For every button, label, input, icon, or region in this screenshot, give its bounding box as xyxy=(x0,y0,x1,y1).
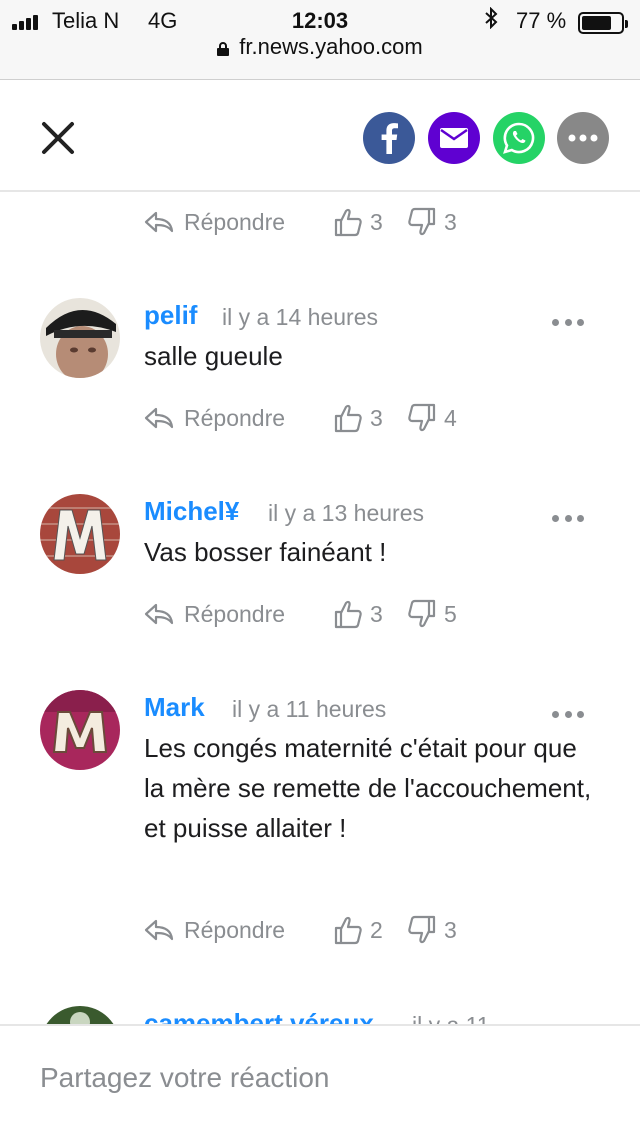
reply-label: Répondre xyxy=(184,916,286,943)
reply-label: Répondre xyxy=(184,600,286,627)
dislike-button[interactable]: 3 xyxy=(408,207,457,237)
comment-more-button[interactable] xyxy=(552,316,584,328)
close-button[interactable] xyxy=(38,118,78,158)
dislike-count: 4 xyxy=(444,404,457,431)
reaction-bar xyxy=(0,1024,640,1136)
dislike-count: 3 xyxy=(444,208,457,235)
avatar[interactable] xyxy=(40,690,120,770)
reply-icon xyxy=(144,407,174,429)
like-button[interactable]: 3 xyxy=(334,599,383,629)
dislike-count: 5 xyxy=(444,600,457,627)
thumbs-down-icon xyxy=(408,915,436,944)
comment-author[interactable]: pelif xyxy=(144,300,197,331)
like-count: 2 xyxy=(370,916,383,943)
comment-actions: Répondre 3 3 xyxy=(144,202,474,242)
battery-percentage: 77 % xyxy=(516,8,567,33)
reply-icon xyxy=(144,603,174,625)
avatar[interactable] xyxy=(40,1006,120,1024)
comment-time: il y a 14 heures xyxy=(222,304,378,330)
status-bar: Telia N 4G 12:03 77 % fr.news.yahoo.com xyxy=(0,0,640,80)
thumbs-down-icon xyxy=(408,403,436,432)
comment-text: salle gueule xyxy=(144,341,283,371)
comment-time: il y a 13 heures xyxy=(268,500,424,526)
reply-button[interactable]: Répondre xyxy=(144,917,285,944)
comment-text: Vas bosser fainéant ! xyxy=(144,537,387,567)
comment-actions: Répondre 3 4 xyxy=(144,398,474,438)
like-button[interactable]: 3 xyxy=(334,207,383,237)
comment-more-button[interactable] xyxy=(552,708,584,720)
reply-label: Répondre xyxy=(184,208,286,235)
reply-icon xyxy=(144,211,174,233)
reply-button[interactable]: Répondre xyxy=(144,601,285,628)
like-button[interactable]: 2 xyxy=(334,915,383,945)
dislike-button[interactable]: 5 xyxy=(408,599,457,629)
thumbs-down-icon xyxy=(408,207,436,236)
like-button[interactable]: 3 xyxy=(334,403,383,433)
bluetooth-icon xyxy=(484,6,498,35)
dislike-button[interactable]: 3 xyxy=(408,915,457,945)
thumbs-up-icon xyxy=(334,916,362,945)
reaction-input[interactable] xyxy=(40,1056,600,1100)
thumbs-up-icon xyxy=(334,600,362,629)
facebook-icon xyxy=(381,123,398,154)
dislike-count: 3 xyxy=(444,916,457,943)
comments-list: Répondre 3 3 pelif il y a 14 heures sall… xyxy=(0,194,640,1024)
address-bar[interactable]: fr.news.yahoo.com xyxy=(0,34,640,60)
comment-time: il y a 11 xyxy=(412,1012,490,1024)
email-share-button[interactable] xyxy=(428,112,480,164)
reply-label: Répondre xyxy=(184,404,286,431)
like-count: 3 xyxy=(370,404,383,431)
more-share-button[interactable] xyxy=(557,112,609,164)
comment-author[interactable]: Mark xyxy=(144,692,205,723)
close-icon xyxy=(42,122,74,154)
comment-author[interactable]: camembert véreux xyxy=(144,1008,374,1024)
lock-icon xyxy=(217,42,230,56)
comment-actions: Répondre 3 5 xyxy=(144,594,474,634)
more-icon xyxy=(568,134,598,142)
like-count: 3 xyxy=(370,208,383,235)
mail-icon xyxy=(440,128,468,148)
comment-text: Les congés maternité c'était pour que la… xyxy=(144,733,592,843)
dislike-button[interactable]: 4 xyxy=(408,403,457,433)
thumbs-up-icon xyxy=(334,208,362,237)
url-text: fr.news.yahoo.com xyxy=(239,34,423,59)
comment-more-button[interactable] xyxy=(552,512,584,524)
whatsapp-share-button[interactable] xyxy=(493,112,545,164)
battery-icon xyxy=(578,12,628,34)
avatar[interactable] xyxy=(40,494,120,574)
comment-author[interactable]: Michel¥ xyxy=(144,496,239,527)
reply-button[interactable]: Répondre xyxy=(144,209,285,236)
thumbs-down-icon xyxy=(408,599,436,628)
whatsapp-icon xyxy=(503,122,535,154)
comment-actions: Répondre 2 3 xyxy=(144,910,474,950)
avatar[interactable] xyxy=(40,298,120,378)
comment-time: il y a 11 heures xyxy=(232,696,387,722)
like-count: 3 xyxy=(370,600,383,627)
reply-icon xyxy=(144,919,174,941)
comments-toolbar xyxy=(0,80,640,192)
thumbs-up-icon xyxy=(334,404,362,433)
facebook-share-button[interactable] xyxy=(363,112,415,164)
reply-button[interactable]: Répondre xyxy=(144,405,285,432)
